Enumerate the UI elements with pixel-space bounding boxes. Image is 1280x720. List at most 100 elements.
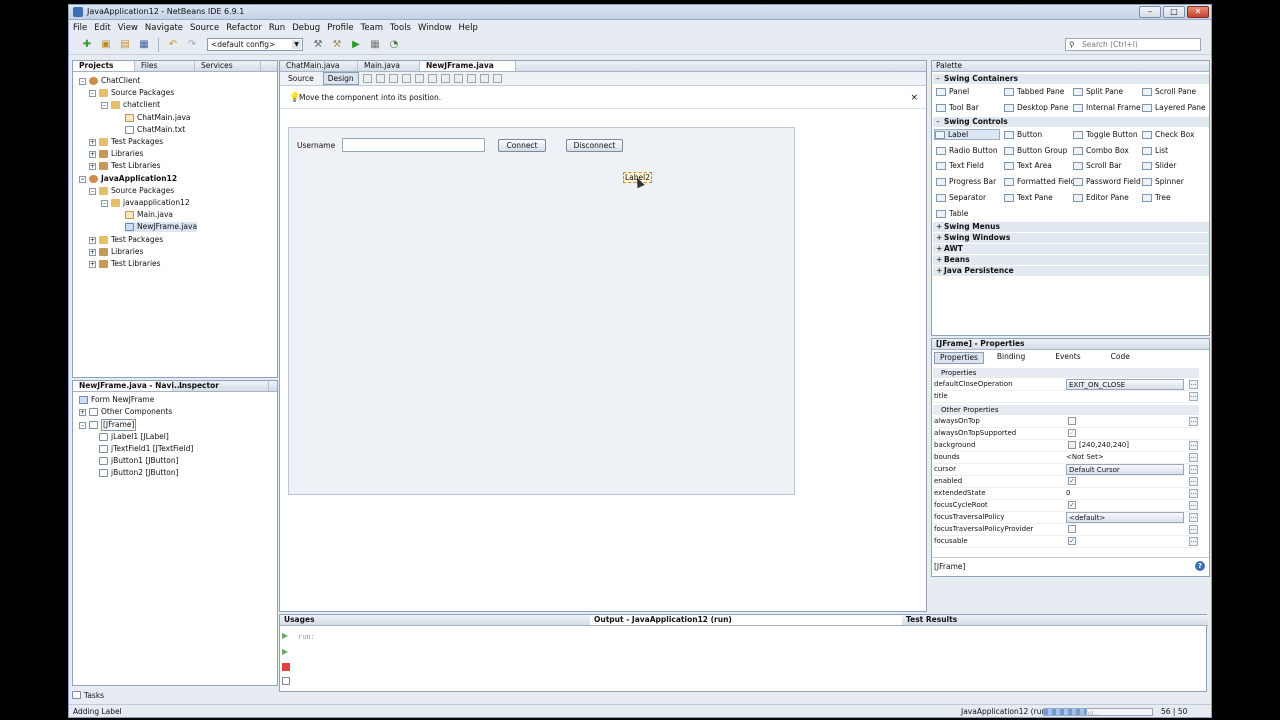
- palette-radio-button[interactable]: Radio Button: [936, 146, 998, 155]
- property-row[interactable]: enabled ✓…: [933, 476, 1199, 488]
- redo-icon[interactable]: ↷: [184, 37, 200, 53]
- category-swing-windows[interactable]: Swing Windows: [933, 233, 1209, 243]
- connection-mode-icon[interactable]: [375, 74, 385, 83]
- property-row[interactable]: title…: [933, 391, 1199, 403]
- new-project-icon[interactable]: ▣: [98, 37, 114, 53]
- property-row[interactable]: defaultCloseOperation EXIT_ON_CLOSE…: [933, 379, 1199, 391]
- tree-item[interactable]: + Libraries: [89, 247, 143, 257]
- palette-check-box[interactable]: Check Box: [1142, 130, 1194, 139]
- property-row[interactable]: alwaysOnTop…: [933, 416, 1199, 428]
- tree-item[interactable]: jTextField1 [JTextField]: [99, 444, 193, 454]
- palette-tree[interactable]: Tree: [1142, 193, 1171, 202]
- align-top-icon[interactable]: [440, 74, 450, 83]
- tree-item[interactable]: – JavaApplication12: [79, 174, 177, 184]
- rerun-params-icon[interactable]: ▶: [282, 647, 288, 656]
- config-select[interactable]: <default config> ▼: [207, 38, 303, 51]
- new-file-icon[interactable]: ✚: [79, 37, 95, 53]
- preview-design-icon[interactable]: [388, 74, 398, 83]
- palette-button[interactable]: Button: [1004, 130, 1042, 139]
- stop-icon[interactable]: [282, 663, 290, 671]
- menu-tools[interactable]: Tools: [390, 23, 411, 33]
- property-row[interactable]: bounds <Not Set>…: [933, 452, 1199, 464]
- property-row[interactable]: alwaysOnTopSupported ✓: [933, 428, 1199, 440]
- rerun-icon[interactable]: ▶: [282, 631, 288, 640]
- menu-run[interactable]: Run: [269, 23, 285, 33]
- palette-spinner[interactable]: Spinner: [1142, 177, 1184, 186]
- tab-output[interactable]: Output - JavaApplication12 (run): [590, 615, 902, 626]
- disconnect-button[interactable]: Disconnect: [566, 139, 623, 152]
- tree-item[interactable]: – Source Packages: [89, 186, 174, 196]
- tab-inspector[interactable]: Inspector: [173, 381, 269, 391]
- palette-layered-pane[interactable]: Layered Pane: [1142, 103, 1206, 112]
- username-label[interactable]: Username: [297, 141, 335, 150]
- menu-team[interactable]: Team: [361, 23, 383, 33]
- align-bottom-icon[interactable]: [453, 74, 463, 83]
- undo-icon[interactable]: ↶: [165, 37, 181, 53]
- tree-item[interactable]: jLabel1 [JLabel]: [99, 432, 169, 442]
- close-hint-icon[interactable]: ×: [910, 87, 918, 109]
- palette-tabbed-pane[interactable]: Tabbed Pane: [1004, 87, 1064, 96]
- tree-item[interactable]: Main.java: [125, 210, 173, 220]
- search-input[interactable]: ⚲ Search (Ctrl+I): [1065, 38, 1201, 51]
- palette-toggle-button[interactable]: Toggle Button: [1073, 130, 1138, 139]
- category-beans[interactable]: Beans: [933, 255, 1209, 265]
- menu-navigate[interactable]: Navigate: [145, 23, 183, 33]
- property-row[interactable]: focusTraversalPolicy <default>…: [933, 512, 1199, 524]
- tree-item-selected[interactable]: NewJFrame.java: [125, 222, 198, 232]
- palette-editor-pane[interactable]: Editor Pane: [1073, 193, 1129, 202]
- tree-item[interactable]: jButton2 [JButton]: [99, 468, 179, 478]
- palette-password-field[interactable]: Password Field: [1073, 177, 1141, 186]
- property-row[interactable]: focusable ✓…: [933, 536, 1199, 548]
- username-textfield[interactable]: [342, 138, 485, 152]
- source-mode-button[interactable]: Source: [283, 72, 319, 85]
- save-all-icon[interactable]: ▦: [136, 37, 152, 53]
- palette-scroll-pane[interactable]: Scroll Pane: [1142, 87, 1196, 96]
- tree-item[interactable]: + Test Packages: [89, 235, 163, 245]
- align-left-icon[interactable]: [401, 74, 411, 83]
- section-properties[interactable]: Properties: [933, 368, 1199, 378]
- form-canvas[interactable]: Username Connect Disconnect Label2: [288, 127, 795, 495]
- palette-progress-bar[interactable]: Progress Bar: [936, 177, 996, 186]
- align-right-icon[interactable]: [414, 74, 424, 83]
- tab-main[interactable]: Main.java: [358, 61, 420, 71]
- connect-button[interactable]: Connect: [498, 139, 546, 152]
- tree-item[interactable]: jButton1 [JButton]: [99, 456, 179, 466]
- category-java-persistence[interactable]: Java Persistence: [933, 266, 1209, 276]
- palette-split-pane[interactable]: Split Pane: [1073, 87, 1123, 96]
- tree-item[interactable]: + Libraries: [89, 149, 143, 159]
- palette-text-area[interactable]: Text Area: [1004, 161, 1052, 170]
- property-row[interactable]: cursor Default Cursor…: [933, 464, 1199, 476]
- minimize-button[interactable]: –: [1139, 6, 1161, 18]
- property-row[interactable]: background [240,240,240]…: [933, 440, 1199, 452]
- build-icon[interactable]: ⚒: [310, 37, 326, 53]
- tree-item[interactable]: ChatMain.txt: [125, 125, 185, 135]
- property-row[interactable]: focusCycleRoot ✓…: [933, 500, 1199, 512]
- menu-profile[interactable]: Profile: [327, 23, 353, 33]
- menu-debug[interactable]: Debug: [292, 23, 320, 33]
- close-button[interactable]: ✕: [1187, 6, 1209, 18]
- center-horizontal-icon[interactable]: [427, 74, 437, 83]
- palette-combo-box[interactable]: Combo Box: [1073, 146, 1129, 155]
- tree-item[interactable]: + Test Packages: [89, 137, 163, 147]
- open-project-icon[interactable]: ▤: [117, 37, 133, 53]
- palette-label[interactable]: Label: [934, 129, 1000, 140]
- tab-code[interactable]: Code: [1106, 352, 1135, 364]
- palette-button-group[interactable]: Button Group: [1004, 146, 1067, 155]
- tab-chatmain[interactable]: ChatMain.java: [280, 61, 358, 71]
- run-icon[interactable]: ▶: [348, 37, 364, 53]
- palette-panel-item[interactable]: Panel: [936, 87, 969, 96]
- tasks-tab[interactable]: Tasks: [72, 689, 104, 701]
- tree-item[interactable]: + Test Libraries: [89, 161, 161, 171]
- palette-tool-bar[interactable]: Tool Bar: [936, 103, 979, 112]
- menu-view[interactable]: View: [118, 23, 138, 33]
- palette-scroll-bar[interactable]: Scroll Bar: [1073, 161, 1122, 170]
- maximize-button[interactable]: □: [1163, 6, 1185, 18]
- tab-projects[interactable]: Projects: [73, 61, 135, 71]
- tree-item[interactable]: – [JFrame]: [79, 419, 137, 431]
- tab-services[interactable]: Services: [195, 61, 261, 71]
- palette-list[interactable]: List: [1142, 146, 1168, 155]
- center-vertical-icon[interactable]: [466, 74, 476, 83]
- palette-internal-frame[interactable]: Internal Frame: [1073, 103, 1141, 112]
- tab-binding[interactable]: Binding: [992, 352, 1030, 364]
- design-mode-button[interactable]: Design: [322, 72, 359, 85]
